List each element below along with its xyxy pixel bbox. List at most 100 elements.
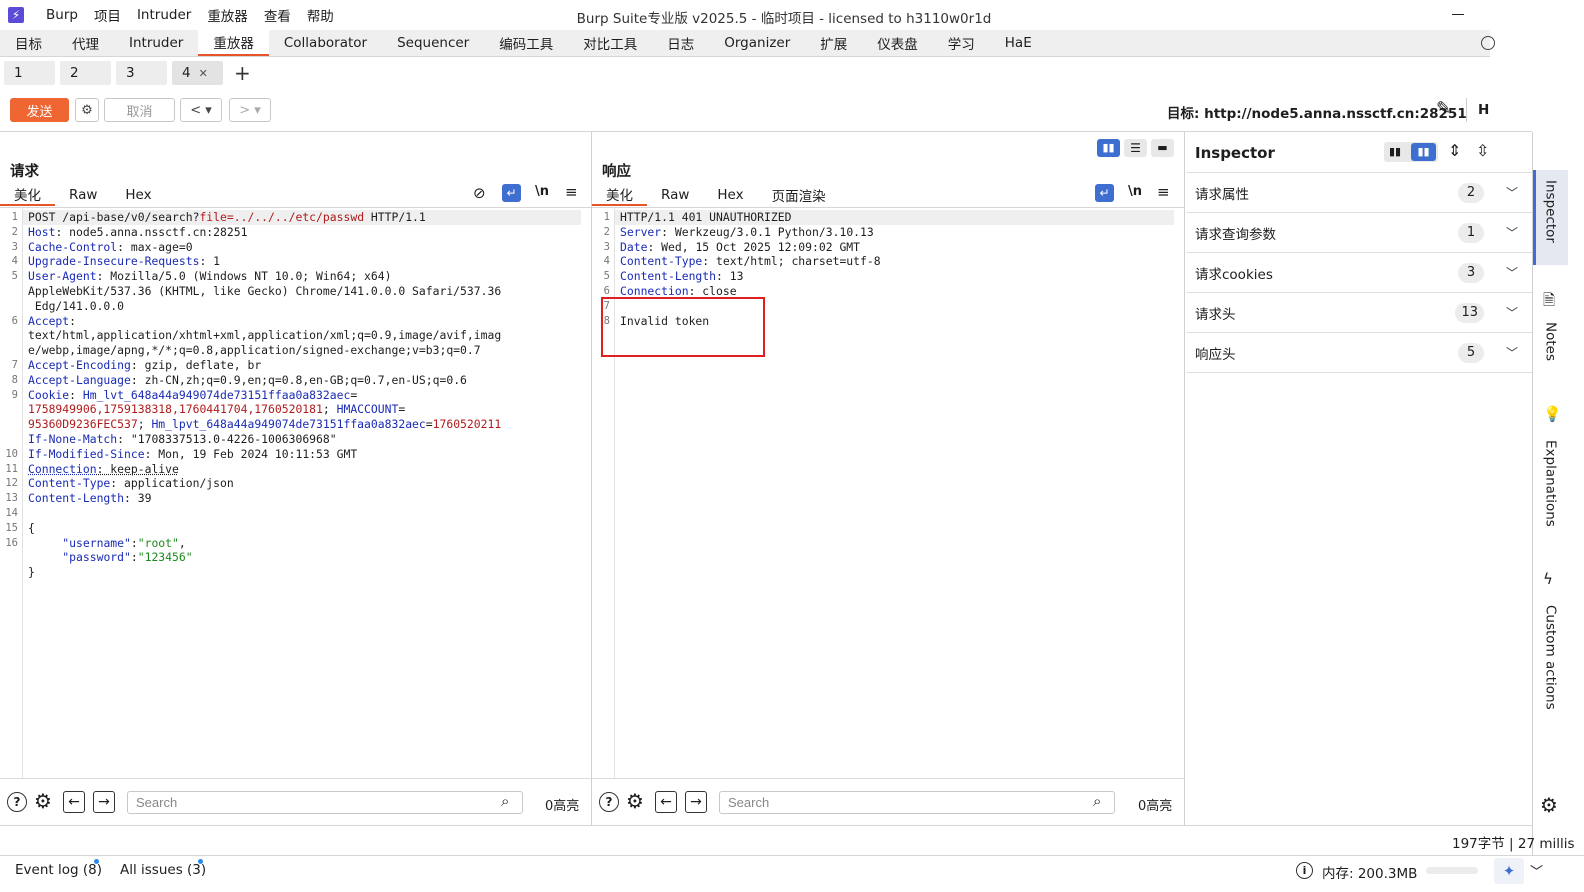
layout-split-icon[interactable]: ▮▮ — [1097, 139, 1120, 157]
main-tab-bar: 目标 代理 Intruder 重放器 Collaborator Sequence… — [0, 30, 1490, 57]
info-icon[interactable]: i — [1296, 862, 1313, 879]
tab-target[interactable]: 目标 — [0, 30, 57, 56]
newline-icon[interactable]: \n — [535, 184, 549, 199]
chevron-down-icon[interactable]: ﹀ — [1506, 264, 1518, 281]
wrap-lines-icon[interactable]: ↵ — [1095, 184, 1114, 202]
lightbulb-icon[interactable]: 💡 — [1543, 405, 1562, 423]
add-tab-icon[interactable]: + — [234, 61, 251, 85]
request-search-input[interactable]: Search — [127, 791, 523, 814]
newline-icon[interactable]: \n — [1128, 184, 1142, 199]
tab-decoder[interactable]: 编码工具 — [484, 30, 568, 56]
tab-collaborator[interactable]: Collaborator — [269, 30, 382, 56]
layout-tabs-icon[interactable]: ▬ — [1151, 139, 1174, 157]
inspector-row-response-headers[interactable]: 响应头 5 ﹀ — [1186, 333, 1532, 373]
forward-history-button[interactable]: > ▾ — [229, 98, 271, 122]
wrap-lines-icon[interactable]: ↵ — [502, 184, 521, 202]
expand-all-icon[interactable]: ⇕ — [1448, 141, 1461, 160]
menu-icon[interactable]: ≡ — [1157, 183, 1170, 201]
response-tab-hex[interactable]: Hex — [703, 184, 757, 206]
send-button[interactable]: 发送 — [10, 98, 69, 122]
inspector-row-query-params[interactable]: 请求查询参数 1 ﹀ — [1186, 213, 1532, 253]
response-search-input[interactable]: Search — [719, 791, 1115, 814]
hide-eye-icon[interactable]: ⊘ — [473, 184, 486, 202]
repeater-tab-1[interactable]: 1 — [4, 61, 55, 85]
repeater-tab-3[interactable]: 3 — [116, 61, 167, 85]
repeater-tab-4[interactable]: 4 ✕ — [172, 61, 223, 85]
event-log-button[interactable]: Event log (8) — [15, 862, 102, 878]
code-line: Host: node5.anna.nssctf.cn:28251 — [28, 225, 580, 240]
back-history-button[interactable]: < ▾ — [180, 98, 222, 122]
tab-organizer[interactable]: Organizer — [709, 30, 805, 56]
tab-dashboard[interactable]: 仪表盘 — [862, 30, 933, 56]
next-match-icon[interactable]: → — [685, 791, 707, 813]
line-number: 3 — [603, 240, 610, 253]
tab-proxy[interactable]: 代理 — [57, 30, 114, 56]
header-value: : — [69, 313, 77, 328]
request-tab-hex[interactable]: Hex — [111, 184, 165, 206]
close-icon[interactable]: ✕ — [199, 67, 208, 80]
repeater-toolbar: 发送 ⚙ 取消 < ▾ > ▾ 目标: http://node5.anna.ns… — [0, 92, 1490, 130]
repeater-tab-2[interactable]: 2 — [60, 61, 111, 85]
inspector-row-count: 1 — [1458, 222, 1484, 243]
edit-pencil-icon[interactable]: ✎ — [1436, 98, 1451, 119]
inspector-row-cookies[interactable]: 请求cookies 3 ﹀ — [1186, 253, 1532, 293]
next-match-icon[interactable]: → — [93, 791, 115, 813]
tab-learn[interactable]: 学习 — [933, 30, 990, 56]
side-tab-explanations[interactable]: Explanations — [1533, 430, 1568, 540]
previous-match-icon[interactable]: ← — [63, 791, 85, 813]
tab-extensions[interactable]: 扩展 — [805, 30, 862, 56]
response-tab-pretty[interactable]: 美化 — [592, 184, 647, 206]
tab-logger[interactable]: 日志 — [652, 30, 709, 56]
tab-repeater[interactable]: 重放器 — [198, 30, 269, 56]
settings-gear-icon[interactable]: ⚙ — [75, 98, 99, 122]
side-tab-notes[interactable]: Notes — [1533, 312, 1568, 382]
header-value: : close — [688, 283, 737, 298]
settings-gear-icon[interactable]: ⚙ — [1540, 793, 1558, 817]
chevron-down-icon[interactable]: ﹀ — [1506, 344, 1518, 361]
settings-gear-icon[interactable]: ⚙ — [626, 789, 644, 813]
help-icon[interactable]: ? — [599, 792, 619, 812]
tab-comparer[interactable]: 对比工具 — [568, 30, 652, 56]
request-tab-pretty[interactable]: 美化 — [0, 184, 55, 206]
help-icon[interactable]: ? — [7, 792, 27, 812]
chevron-down-icon[interactable]: ﹀ — [1530, 861, 1543, 880]
chevron-down-icon[interactable]: ﹀ — [1506, 304, 1518, 321]
minimize-icon[interactable] — [1452, 14, 1464, 15]
all-issues-button[interactable]: All issues (3) — [120, 862, 206, 878]
target-label[interactable]: 目标: http://node5.anna.nssctf.cn:28251 — [1167, 102, 1467, 122]
header-key: Accept-Language — [28, 372, 131, 387]
response-tab-raw[interactable]: Raw — [647, 184, 703, 206]
collapse-all-icon[interactable]: ⇳ — [1476, 141, 1489, 160]
ai-sparkle-icon[interactable]: ✦ — [1494, 858, 1524, 884]
tab-intruder[interactable]: Intruder — [114, 30, 198, 56]
layout-panel-icon[interactable]: ▮▮ — [1411, 143, 1436, 161]
header-value: : Werkzeug/3.0.1 Python/3.10.13 — [661, 224, 874, 239]
code-line: Cookie: Hm_lvt_648a44a949074de73151ffaa0… — [28, 387, 358, 402]
tab-hae[interactable]: HaE — [990, 30, 1047, 56]
tab-sequencer[interactable]: Sequencer — [382, 30, 484, 56]
request-tab-raw[interactable]: Raw — [55, 184, 111, 206]
settings-globe-icon[interactable] — [1481, 36, 1495, 50]
inspector-row-request-attributes[interactable]: 请求属性 2 ﹀ — [1186, 173, 1532, 213]
layout-list-icon[interactable]: ▮▮ — [1389, 145, 1401, 158]
code-line: Connection: keep-alive — [28, 462, 580, 477]
response-editor[interactable]: HTTP/1.1 401 UNAUTHORIZED Server: Werkzeu… — [620, 210, 1172, 775]
chevron-down-icon[interactable]: ﹀ — [1506, 184, 1518, 201]
code-line: 1758949906,1759138318,1760441704,1760520… — [28, 402, 406, 417]
bolt-icon[interactable]: ϟ — [1543, 570, 1553, 588]
cancel-button[interactable]: 取消 — [104, 98, 175, 122]
header-key: Host — [28, 224, 56, 239]
chevron-down-icon[interactable]: ﹀ — [1506, 224, 1518, 241]
settings-gear-icon[interactable]: ⚙ — [34, 789, 52, 813]
request-editor[interactable]: POST /api-base/v0/search?file=../../../e… — [28, 210, 580, 775]
side-tab-custom-actions[interactable]: Custom actions — [1533, 595, 1568, 725]
side-tab-inspector[interactable]: Inspector — [1533, 170, 1568, 265]
layout-rows-icon[interactable]: ☰ — [1124, 139, 1147, 157]
divider — [1184, 132, 1185, 825]
inspector-row-request-headers[interactable]: 请求头 13 ﹀ — [1186, 293, 1532, 333]
response-tab-render[interactable]: 页面渲染 — [758, 184, 840, 206]
previous-match-icon[interactable]: ← — [655, 791, 677, 813]
line-number: 11 — [5, 462, 18, 475]
cookie-value: 1758949906,1759138318,1760441704,1760520… — [28, 402, 323, 417]
menu-icon[interactable]: ≡ — [565, 183, 578, 201]
